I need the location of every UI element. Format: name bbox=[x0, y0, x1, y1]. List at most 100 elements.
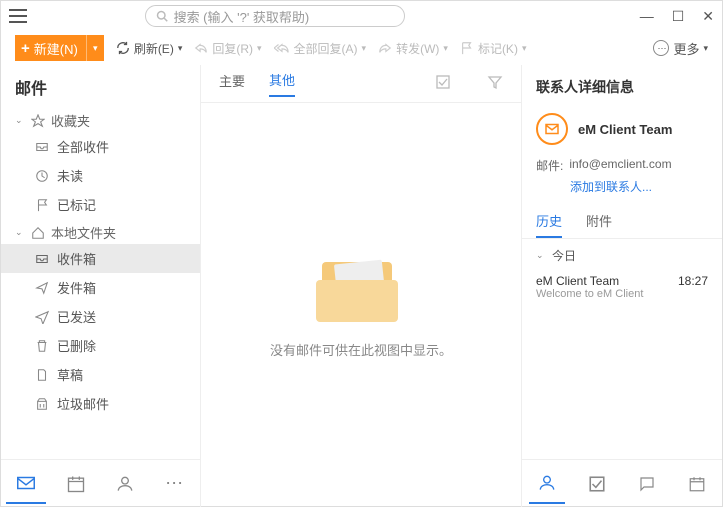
sidebar-item-label: 已发送 bbox=[57, 307, 96, 326]
local-folders-label: 本地文件夹 bbox=[51, 223, 116, 242]
sidebar-item-label: 已标记 bbox=[57, 195, 96, 214]
forward-icon bbox=[378, 41, 392, 55]
panel-nav-agenda[interactable] bbox=[679, 464, 715, 504]
calendar-icon bbox=[66, 474, 86, 494]
flag-icon bbox=[460, 41, 474, 55]
junk-icon bbox=[35, 397, 49, 411]
inbox-icon bbox=[35, 252, 49, 266]
sidebar-item-label: 收件箱 bbox=[57, 249, 96, 268]
flag-icon bbox=[35, 198, 49, 212]
nav-more[interactable]: ⋯ bbox=[155, 464, 195, 504]
contact-avatar-icon bbox=[536, 113, 568, 145]
sidebar-item-flagged[interactable]: 已标记 bbox=[1, 190, 200, 219]
checkbox-icon bbox=[588, 475, 606, 493]
tab-other[interactable]: 其他 bbox=[269, 70, 295, 97]
new-button[interactable]: + 新建(N) bbox=[15, 35, 86, 61]
clock-icon bbox=[35, 169, 49, 183]
contact-email-label: 邮件: bbox=[536, 157, 563, 174]
more-button[interactable]: ⋯ 更多▾ bbox=[653, 39, 708, 58]
add-to-contacts-link[interactable]: 添加到联系人... bbox=[522, 176, 722, 205]
tab-attachments[interactable]: 附件 bbox=[586, 205, 612, 238]
plus-icon: + bbox=[21, 40, 30, 57]
sidebar-item-label: 已删除 bbox=[57, 336, 96, 355]
close-button[interactable]: ✕ bbox=[702, 8, 714, 25]
reply-all-button[interactable]: 全部回复(A)▾ bbox=[274, 40, 367, 57]
sidebar-item-unread[interactable]: 未读 bbox=[1, 161, 200, 190]
sidebar-item-label: 发件箱 bbox=[57, 278, 96, 297]
more-icon: ⋯ bbox=[653, 40, 669, 56]
reply-all-label: 全部回复(A) bbox=[294, 40, 358, 57]
sidebar-item-label: 草稿 bbox=[57, 365, 83, 384]
inbox-icon bbox=[35, 140, 49, 154]
sidebar-item-trash[interactable]: 已删除 bbox=[1, 331, 200, 360]
person-icon bbox=[537, 473, 557, 493]
contact-name: eM Client Team bbox=[578, 122, 672, 137]
filter-icon bbox=[487, 74, 503, 90]
search-input[interactable]: 搜索 (输入 '?' 获取帮助) bbox=[145, 5, 405, 27]
calendar-icon bbox=[688, 475, 706, 493]
search-placeholder: 搜索 (输入 '?' 获取帮助) bbox=[174, 7, 310, 26]
filter-button[interactable] bbox=[487, 74, 503, 93]
empty-message: 没有邮件可供在此视图中显示。 bbox=[270, 340, 452, 359]
sidebar-item-label: 未读 bbox=[57, 166, 83, 185]
reply-icon bbox=[194, 41, 208, 55]
panel-nav-chat[interactable] bbox=[629, 464, 665, 504]
more-label: 更多 bbox=[673, 39, 699, 58]
sidebar-item-label: 垃圾邮件 bbox=[57, 394, 109, 413]
forward-button[interactable]: 转发(W)▾ bbox=[378, 40, 448, 57]
tab-history[interactable]: 历史 bbox=[536, 205, 562, 238]
maximize-button[interactable]: ☐ bbox=[672, 8, 685, 25]
draft-icon bbox=[35, 368, 49, 382]
nav-calendar[interactable] bbox=[56, 464, 96, 504]
tab-primary[interactable]: 主要 bbox=[219, 71, 245, 96]
mark-label: 标记(K) bbox=[478, 40, 518, 57]
sent-icon bbox=[35, 310, 49, 324]
empty-folder-icon bbox=[316, 252, 406, 322]
contact-email: info@emclient.com bbox=[569, 157, 671, 174]
reply-all-icon bbox=[274, 41, 290, 55]
favorites-group[interactable]: ⌄ 收藏夹 bbox=[1, 107, 200, 132]
sidebar-item-sent[interactable]: 已发送 bbox=[1, 302, 200, 331]
checkbox-icon bbox=[435, 74, 451, 90]
mail-icon bbox=[15, 472, 37, 494]
sidebar-title: 邮件 bbox=[1, 65, 200, 107]
history-time: 18:27 bbox=[678, 274, 708, 288]
reply-label: 回复(R) bbox=[212, 40, 253, 57]
history-sender: eM Client Team bbox=[536, 274, 619, 288]
trash-icon bbox=[35, 339, 49, 353]
history-group-today[interactable]: ⌄ 今日 bbox=[522, 239, 722, 268]
sidebar-item-junk[interactable]: 垃圾邮件 bbox=[1, 389, 200, 418]
reply-button[interactable]: 回复(R)▾ bbox=[194, 40, 261, 57]
dots-icon: ⋯ bbox=[165, 473, 185, 494]
history-subject: Welcome to eM Client bbox=[536, 288, 708, 300]
mark-button[interactable]: 标记(K)▾ bbox=[460, 40, 527, 57]
sidebar-item-drafts[interactable]: 草稿 bbox=[1, 360, 200, 389]
chevron-down-icon: ⌄ bbox=[15, 115, 25, 126]
nav-mail[interactable] bbox=[6, 464, 46, 504]
refresh-icon bbox=[116, 41, 130, 55]
menu-button[interactable] bbox=[9, 9, 27, 23]
favorites-label: 收藏夹 bbox=[51, 111, 90, 130]
person-icon bbox=[115, 474, 135, 494]
nav-contacts[interactable] bbox=[105, 464, 145, 504]
refresh-button[interactable]: 刷新(E)▾ bbox=[116, 40, 183, 57]
new-button-dropdown[interactable]: ▾ bbox=[86, 35, 104, 61]
history-group-label: 今日 bbox=[552, 247, 576, 264]
minimize-button[interactable]: — bbox=[640, 8, 654, 24]
refresh-label: 刷新(E) bbox=[134, 40, 174, 57]
sidebar-item-inbox[interactable]: 收件箱 bbox=[1, 244, 200, 273]
sidebar-item-outbox[interactable]: 发件箱 bbox=[1, 273, 200, 302]
send-icon bbox=[35, 281, 49, 295]
sidebar-item-label: 全部收件 bbox=[57, 137, 109, 156]
panel-nav-contact[interactable] bbox=[529, 464, 565, 504]
home-icon bbox=[31, 226, 45, 240]
select-all-button[interactable] bbox=[435, 74, 451, 93]
star-icon bbox=[31, 114, 45, 128]
panel-nav-todo[interactable] bbox=[579, 464, 615, 504]
sidebar-item-all-inbox[interactable]: 全部收件 bbox=[1, 132, 200, 161]
new-button-label: 新建(N) bbox=[34, 39, 78, 58]
forward-label: 转发(W) bbox=[396, 40, 439, 57]
local-folders-group[interactable]: ⌄ 本地文件夹 bbox=[1, 219, 200, 244]
history-item[interactable]: eM Client Team 18:27 Welcome to eM Clien… bbox=[522, 268, 722, 306]
chevron-down-icon: ⌄ bbox=[15, 227, 25, 238]
